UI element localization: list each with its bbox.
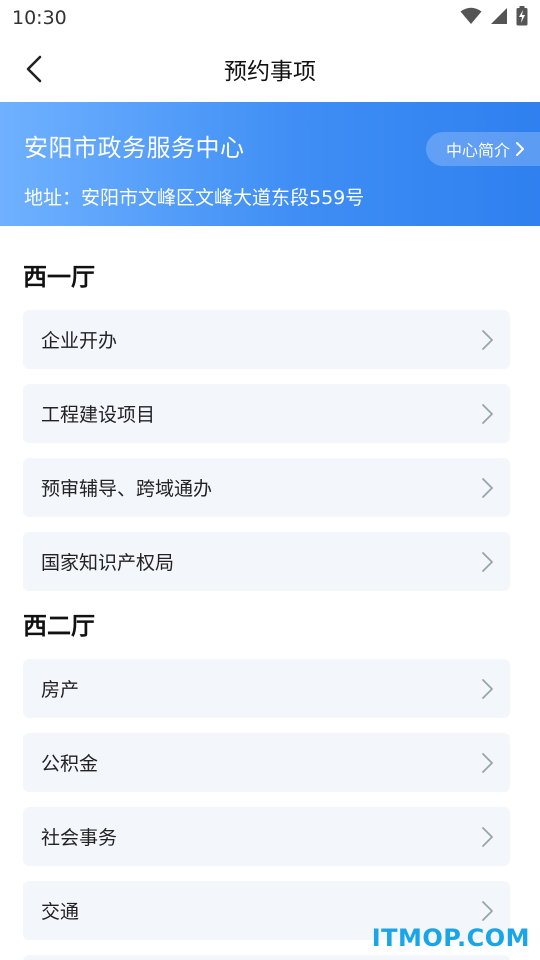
chevron-right-icon [482,551,493,572]
status-icons [460,6,528,30]
center-banner: 安阳市政务服务中心 地址：安阳市文峰区文峰大道东段559号 中心简介 [0,102,540,226]
list-item-label: 交通 [41,901,80,923]
center-intro-label: 中心简介 [445,141,510,160]
list-item[interactable]: 社会事务 [23,807,510,866]
section-title-west-hall-1: 西一厅 [23,263,95,291]
battery-charging-icon [516,6,528,30]
center-intro-button[interactable]: 中心简介 [425,132,540,166]
list-item-partial[interactable] [23,955,510,960]
list-item-label: 公积金 [41,753,99,775]
page-title: 预约事项 [224,59,316,85]
chevron-right-icon [482,752,493,773]
hall-list: 西一厅 企业开办 工程建设项目 预审辅导、跨域通办 国家知识产权局 西二厅 房产… [0,260,540,960]
chevron-right-icon [516,142,524,156]
list-item-label: 预审辅导、跨域通办 [41,478,213,500]
list-item-label: 企业开办 [41,330,118,352]
list-item[interactable]: 预审辅导、跨域通办 [23,458,510,517]
list-item-label: 社会事务 [41,827,118,849]
wifi-icon [460,7,482,29]
list-item-label: 房产 [41,679,80,701]
center-address: 地址：安阳市文峰区文峰大道东段559号 [24,187,365,209]
nav-bar: 预约事项 [0,36,540,102]
watermark: ITMOP.COM [371,924,530,952]
chevron-right-icon [482,678,493,699]
signal-icon [490,7,508,29]
list-item-label: 国家知识产权局 [41,552,175,574]
status-bar: 10:30 [0,0,540,36]
status-time: 10:30 [12,7,67,29]
list-item[interactable]: 国家知识产权局 [23,532,510,591]
chevron-right-icon [482,403,493,424]
chevron-right-icon [482,826,493,847]
list-item[interactable]: 企业开办 [23,310,510,369]
list-item[interactable]: 工程建设项目 [23,384,510,443]
chevron-left-icon [26,55,42,83]
chevron-right-icon [482,900,493,921]
section-title-west-hall-2: 西二厅 [23,612,95,640]
chevron-right-icon [482,477,493,498]
list-item[interactable]: 房产 [23,659,510,718]
chevron-right-icon [482,329,493,350]
back-button[interactable] [16,51,52,87]
list-item-label: 工程建设项目 [41,404,156,426]
list-item[interactable]: 公积金 [23,733,510,792]
